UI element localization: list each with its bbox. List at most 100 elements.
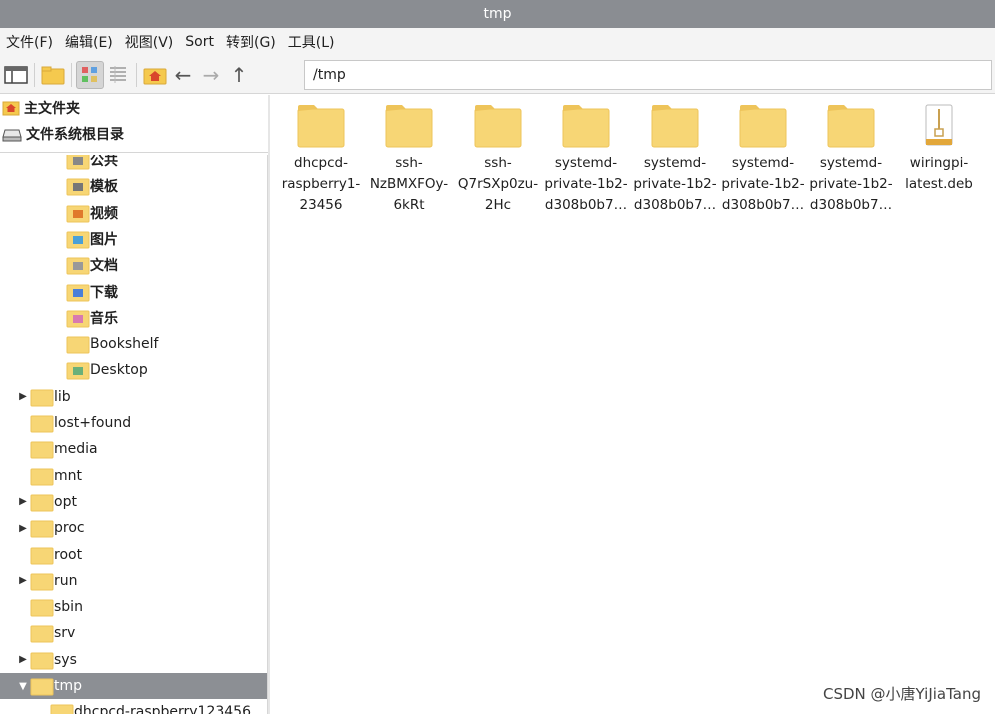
file-name-line: wiringpi- xyxy=(909,155,969,171)
expander-closed-icon[interactable]: ▶ xyxy=(16,654,30,665)
tree-item[interactable]: 模板 xyxy=(52,173,118,199)
file-name-line: systemd- xyxy=(731,155,795,171)
tree-item[interactable]: mnt xyxy=(16,463,82,489)
directory-tree: 公共模板视频图片文档下载音乐 Bookshelf Desktop ▶ lib lost+f… xyxy=(0,155,268,714)
menu-sort[interactable]: Sort xyxy=(183,34,220,50)
folder-icon xyxy=(30,389,54,407)
tree-item[interactable]: Desktop xyxy=(52,357,148,383)
videos-folder-icon xyxy=(66,205,90,223)
tree-item[interactable]: lost+found xyxy=(16,410,131,436)
file-name: wiringpi-latest.deb xyxy=(896,153,982,195)
file-item[interactable]: wiringpi-latest.deb xyxy=(896,95,982,195)
expander-open-icon[interactable]: ▼ xyxy=(16,681,30,692)
pane-splitter[interactable] xyxy=(268,95,270,714)
tree-item[interactable]: 音乐 xyxy=(52,305,118,331)
tree-item-label: tmp xyxy=(54,678,83,694)
expander-closed-icon[interactable]: ▶ xyxy=(16,496,30,507)
tree-item[interactable]: ▶ opt xyxy=(16,489,77,515)
home-button[interactable] xyxy=(141,61,169,89)
folder-icon xyxy=(384,103,434,149)
forward-button[interactable]: → xyxy=(197,61,225,89)
file-item[interactable]: systemd-private-1b2- d308b0b7… xyxy=(632,95,718,216)
folder-icon xyxy=(30,441,54,459)
tree-item-label: 图片 xyxy=(90,231,118,248)
file-name-line: systemd- xyxy=(819,155,883,171)
folder-icon xyxy=(30,468,54,486)
file-name-line: private-1b2- xyxy=(633,176,717,192)
folder-icon xyxy=(30,520,54,538)
tree-item[interactable]: 视频 xyxy=(52,200,118,226)
folder-icon xyxy=(30,599,54,617)
tree-item-label: 模板 xyxy=(90,179,118,196)
file-item[interactable]: systemd-private-1b2- d308b0b7… xyxy=(720,95,806,216)
file-name-line: systemd- xyxy=(643,155,707,171)
templates-folder-icon xyxy=(66,178,90,196)
icon-view-button[interactable] xyxy=(76,60,104,89)
tree-item[interactable]: 下载 xyxy=(52,279,118,305)
up-button[interactable]: ↑ xyxy=(225,61,253,89)
file-item[interactable]: dhcpcd-raspberry1- 23456 xyxy=(278,95,364,216)
file-name-line: ssh- xyxy=(395,155,423,171)
folder-icon xyxy=(30,652,54,670)
tree-item[interactable]: media xyxy=(16,436,98,462)
home-folder-icon xyxy=(143,68,167,84)
tree-item[interactable]: srv xyxy=(16,620,75,646)
tree-item-label: sbin xyxy=(54,599,83,616)
menu-bar: 文件(F) 编辑(E) 视图(V) Sort 转到(G) 工具(L) xyxy=(0,28,995,56)
menu-edit[interactable]: 编辑(E) xyxy=(63,32,119,52)
file-name: dhcpcd-raspberry1- 23456 xyxy=(278,153,364,216)
folder-icon xyxy=(30,494,54,512)
tree-item-label: sys xyxy=(54,651,77,668)
folder-icon xyxy=(50,704,74,714)
file-name: systemd-private-1b2- d308b0b7… xyxy=(720,153,806,216)
window-titlebar: tmp xyxy=(0,0,995,28)
menu-go[interactable]: 转到(G) xyxy=(224,32,282,52)
back-button[interactable]: ← xyxy=(169,61,197,89)
place-home[interactable]: 主文件夹 xyxy=(0,95,268,121)
tree-item[interactable]: sbin xyxy=(16,594,83,620)
tree-item[interactable]: 文档 xyxy=(52,252,118,278)
file-item[interactable]: ssh- NzBMXFOy- 6kRt xyxy=(366,95,452,216)
toolbar-separator xyxy=(34,62,35,87)
folder-icon xyxy=(30,573,54,591)
list-view-button[interactable] xyxy=(104,61,132,89)
menu-tools[interactable]: 工具(L) xyxy=(286,32,341,52)
tree-item[interactable]: ▶ proc xyxy=(16,515,85,541)
file-name-line: private-1b2- xyxy=(544,176,628,192)
new-window-button[interactable] xyxy=(2,61,30,89)
file-item[interactable]: systemd-private-1b2- d308b0b7… xyxy=(543,95,629,216)
tree-item[interactable]: 图片 xyxy=(52,226,118,252)
menu-view[interactable]: 视图(V) xyxy=(123,32,180,52)
expander-closed-icon[interactable]: ▶ xyxy=(16,523,30,534)
path-input[interactable] xyxy=(304,60,992,90)
file-view: dhcpcd-raspberry1- 23456 ssh- NzBMXFOy- 6kRt… xyxy=(272,95,995,714)
folder-icon xyxy=(296,103,346,149)
file-item[interactable]: ssh- Q7rSXp0zu- 2Hc xyxy=(455,95,541,216)
tree-item[interactable]: ▼ tmp xyxy=(0,673,267,699)
expander-closed-icon[interactable]: ▶ xyxy=(16,575,30,586)
tree-item-label: 音乐 xyxy=(90,310,118,327)
music-folder-icon xyxy=(66,310,90,328)
file-item[interactable]: systemd-private-1b2- d308b0b7… xyxy=(808,95,894,216)
menu-file[interactable]: 文件(F) xyxy=(4,32,59,52)
tree-item[interactable]: dhcpcd-raspberry123456 xyxy=(36,699,251,714)
tree-item[interactable]: Bookshelf xyxy=(52,331,158,357)
tree-item-label: 下载 xyxy=(90,284,118,301)
place-filesystem-root[interactable]: 文件系统根目录 xyxy=(0,121,268,147)
pictures-folder-icon xyxy=(66,231,90,249)
tree-item-label: proc xyxy=(54,520,85,537)
new-folder-button[interactable] xyxy=(39,61,67,89)
expander-closed-icon[interactable]: ▶ xyxy=(16,391,30,402)
tree-item[interactable]: ▶ sys xyxy=(16,647,77,673)
file-name: ssh- NzBMXFOy- 6kRt xyxy=(366,153,452,216)
tree-item[interactable]: ▶ run xyxy=(16,568,78,594)
file-name-line: dhcpcd- xyxy=(294,155,348,171)
folder-icon xyxy=(826,103,876,149)
folder-icon xyxy=(473,103,523,149)
tree-item[interactable]: 公共 xyxy=(52,155,118,173)
tree-item[interactable]: root xyxy=(16,542,82,568)
tree-item-label: srv xyxy=(54,625,76,642)
tree-item[interactable]: ▶ lib xyxy=(16,384,71,410)
file-name: systemd-private-1b2- d308b0b7… xyxy=(543,153,629,216)
tree-item-label: run xyxy=(54,572,78,589)
